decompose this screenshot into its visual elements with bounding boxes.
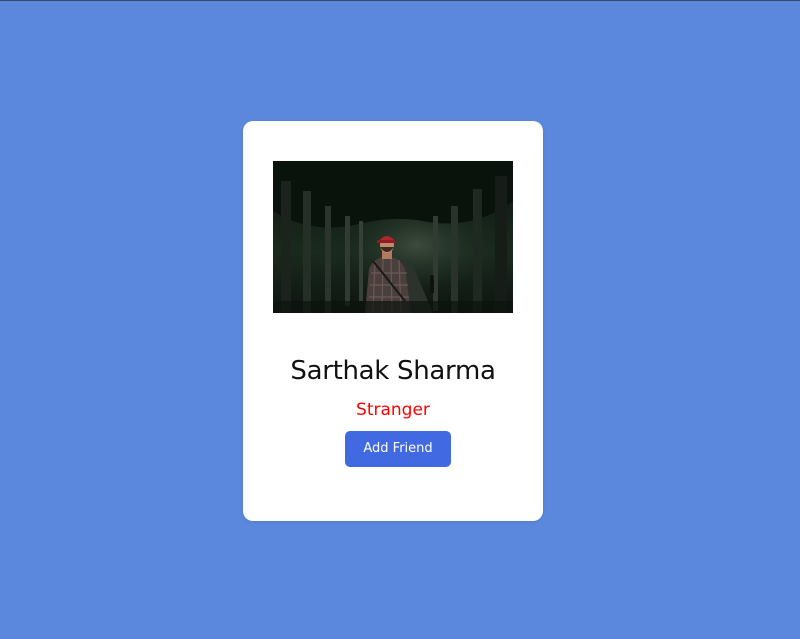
profile-photo: [273, 161, 513, 313]
profile-name: Sarthak Sharma: [290, 356, 496, 386]
profile-card: Sarthak Sharma Stranger Add Friend: [243, 121, 543, 521]
top-border: [0, 0, 800, 1]
add-friend-button[interactable]: Add Friend: [345, 431, 451, 467]
friend-status: Stranger: [356, 400, 430, 420]
